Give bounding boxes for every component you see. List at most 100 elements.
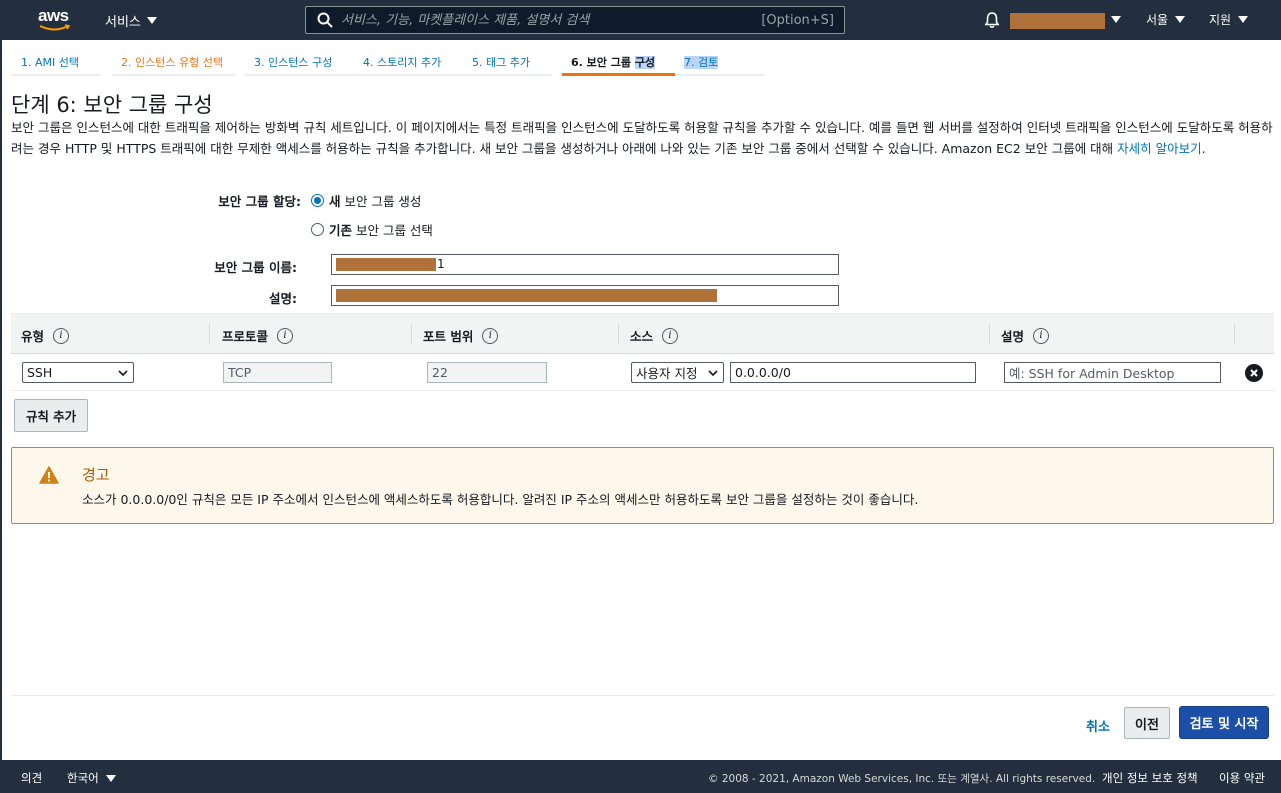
table-row: SSH TCP 22 사용자 지정 0.0.0.0/0 예: SSH for A… [11, 354, 1274, 391]
caret-down-icon [146, 17, 157, 24]
column-divider [1234, 324, 1235, 344]
footer: 의견 한국어 © 2008 - 2021, Amazon Web Service… [0, 760, 1281, 793]
account-name-redacted[interactable] [1010, 13, 1105, 29]
col-description: 설명 i [1001, 326, 1050, 345]
radio-existing-label: 기존 보안 그룹 선택 [329, 220, 433, 239]
privacy-policy-link[interactable]: 개인 정보 보호 정책 [1102, 770, 1198, 786]
type-select[interactable]: SSH [22, 362, 134, 383]
radio-button-selected[interactable] [311, 194, 324, 207]
language-menu[interactable]: 한국어 [67, 770, 116, 786]
terms-link[interactable]: 이용 약관 [1219, 770, 1265, 786]
aws-logo-text: aws [38, 6, 69, 25]
group-name-input[interactable]: 1 [331, 254, 839, 275]
tab-step-3[interactable]: 3. 인스턴스 구성 [245, 46, 353, 76]
info-icon[interactable]: i [662, 327, 679, 344]
search-icon [317, 12, 333, 28]
divider [11, 695, 1274, 696]
group-desc-input[interactable] [331, 285, 839, 306]
warning-alert: 경고 소스가 0.0.0.0/0인 규칙은 모든 IP 주소에서 인스턴스에 액… [11, 447, 1274, 524]
type-select-value: SSH [27, 365, 53, 380]
source-mode-select[interactable]: 사용자 지정 [631, 362, 724, 383]
search-input[interactable] [333, 12, 762, 28]
add-rule-button[interactable]: 규칙 추가 [14, 399, 88, 432]
services-label: 서비스 [105, 15, 141, 30]
close-icon [1250, 369, 1258, 377]
tab-step-7[interactable]: 7. 검토 [675, 46, 764, 76]
source-mode-value: 사용자 지정 [636, 366, 698, 381]
source-cidr-input[interactable]: 0.0.0.0/0 [730, 362, 976, 383]
tab-step-7-label: 7. 검토 [684, 56, 719, 69]
page-description: 보안 그룹은 인스턴스에 대한 트래픽을 제어하는 방화벽 규칙 세트입니다. … [11, 117, 1275, 159]
column-divider [411, 324, 412, 344]
caret-down-icon [105, 774, 116, 782]
page-title: 단계 6: 보안 그룹 구성 [11, 93, 213, 117]
radio-new-label: 새 보안 그룹 생성 [329, 191, 421, 210]
support-label: 지원 [1209, 13, 1232, 27]
radio-new-group[interactable]: 새 보안 그룹 생성 [311, 191, 421, 210]
column-divider [209, 324, 210, 344]
aws-logo[interactable]: aws [38, 6, 74, 34]
review-and-launch-button[interactable]: 검토 및 시작 [1179, 706, 1269, 739]
tab-step-6[interactable]: 6. 보안 그룹 구성 [562, 46, 675, 76]
support-menu[interactable]: 지원 [1209, 11, 1249, 28]
col-protocol: 프로토콜 i [222, 326, 294, 345]
info-icon[interactable]: i [53, 327, 70, 344]
col-protocol-label: 프로토콜 [222, 329, 269, 344]
rule-description-input[interactable]: 예: SSH for Admin Desktop [1004, 362, 1221, 383]
radio-new-bold: 새 [329, 194, 341, 209]
info-icon[interactable]: i [277, 327, 294, 344]
col-description-label: 설명 [1001, 329, 1025, 344]
tab-step-6-label-b: 구성 [634, 56, 656, 69]
region-menu[interactable]: 서울 [1146, 11, 1186, 28]
col-port-range: 포트 범위 i [423, 326, 499, 345]
top-nav: aws 서비스 [Option+S] 서울 지원 [0, 0, 1281, 40]
tab-step-5[interactable]: 5. 태그 추가 [463, 46, 552, 76]
warning-title: 경고 [82, 466, 110, 484]
language-label: 한국어 [67, 771, 99, 785]
bell-icon[interactable] [983, 11, 1001, 29]
radio-existing-rest: 보안 그룹 선택 [352, 223, 433, 238]
previous-button[interactable]: 이전 [1124, 707, 1170, 739]
aws-smile-icon [39, 24, 71, 31]
radio-existing-group[interactable]: 기존 보안 그룹 선택 [311, 220, 433, 239]
group-name-suffix: 1 [437, 257, 445, 271]
rules-table-header: 유형 i 프로토콜 i 포트 범위 i 소스 i 설명 i [11, 313, 1274, 354]
cancel-button[interactable]: 취소 [1080, 712, 1116, 739]
group-name-label: 보안 그룹 이름: [214, 260, 297, 275]
col-source: 소스 i [630, 326, 679, 345]
feedback-link[interactable]: 의견 [21, 770, 42, 786]
warning-text: 소스가 0.0.0.0/0인 규칙은 모든 IP 주소에서 인스턴스에 액세스하… [82, 492, 919, 507]
tab-step-2[interactable]: 2. 인스턴스 유형 선택 [112, 46, 235, 76]
page-description-text: 보안 그룹은 인스턴스에 대한 트래픽을 제어하는 방화벽 규칙 세트입니다. … [11, 120, 1273, 156]
caret-down-icon [1175, 16, 1186, 23]
warning-icon [39, 466, 59, 484]
description-period: . [1201, 141, 1206, 156]
chevron-down-icon [118, 370, 128, 377]
group-desc-label: 설명: [269, 291, 297, 306]
protocol-field: TCP [223, 362, 332, 383]
info-icon[interactable]: i [1033, 327, 1050, 344]
group-desc-redacted [336, 289, 717, 302]
search-bar[interactable]: [Option+S] [305, 6, 845, 34]
col-port-range-label: 포트 범위 [423, 329, 474, 344]
tab-step-4[interactable]: 4. 스토리지 추가 [354, 46, 464, 76]
radio-button-unselected[interactable] [311, 223, 324, 236]
account-caret-down-icon[interactable] [1111, 16, 1121, 23]
col-type-label: 유형 [21, 329, 45, 344]
chevron-down-icon [708, 370, 718, 377]
services-menu[interactable]: 서비스 [105, 11, 157, 30]
info-icon[interactable]: i [482, 327, 499, 344]
radio-existing-bold: 기존 [329, 223, 353, 238]
column-divider [618, 324, 619, 344]
group-name-redacted [336, 258, 436, 271]
radio-new-rest: 보안 그룹 생성 [340, 194, 422, 209]
region-label: 서울 [1146, 13, 1169, 27]
search-shortcut-hint: [Option+S] [761, 12, 834, 28]
learn-more-link[interactable]: 자세히 알아보기 [1117, 141, 1201, 156]
window-left-edge [0, 40, 2, 760]
assign-label: 보안 그룹 할당: [218, 194, 301, 209]
tab-step-6-label-a: 6. 보안 그룹 [571, 56, 635, 69]
column-divider [989, 324, 990, 344]
tab-step-1[interactable]: 1. AMI 선택 [12, 46, 100, 76]
remove-rule-icon[interactable] [1245, 364, 1263, 382]
